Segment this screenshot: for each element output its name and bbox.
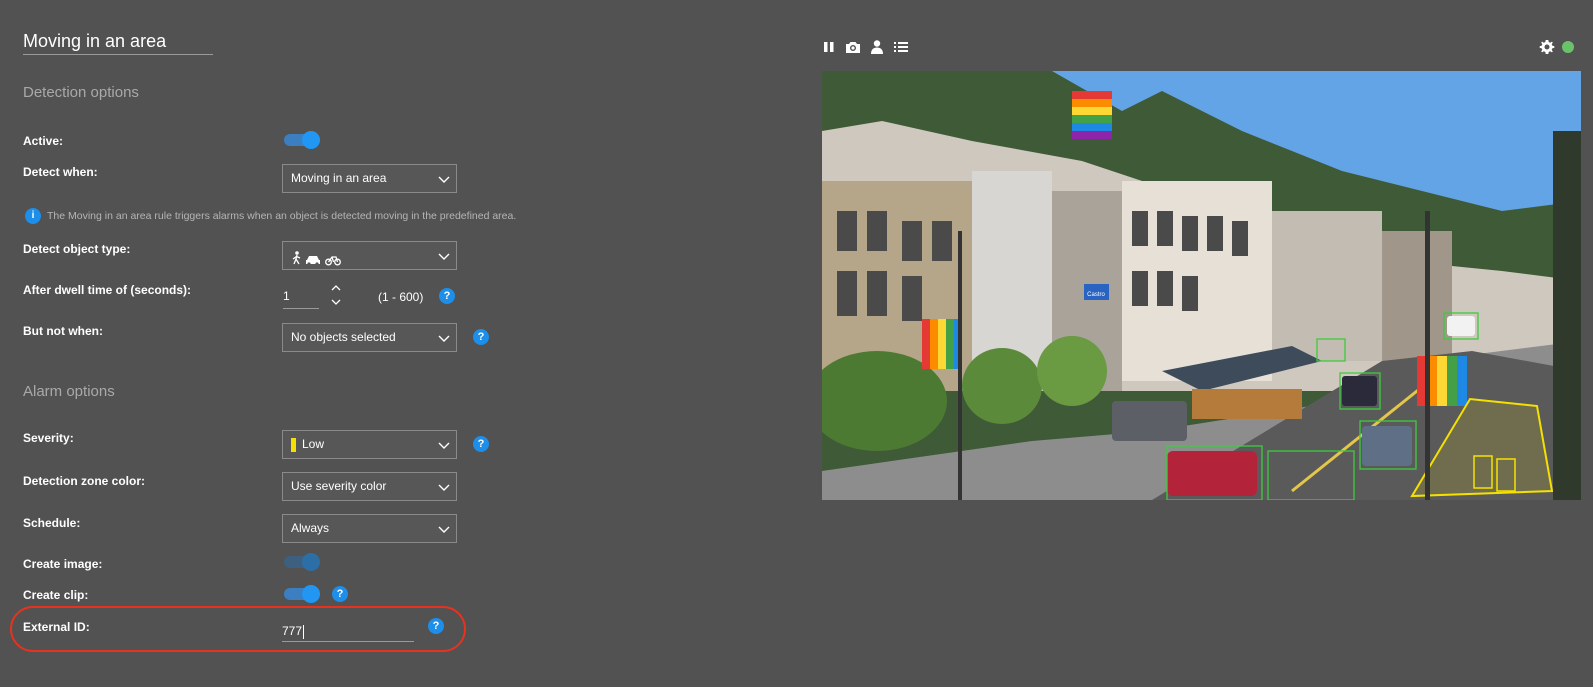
active-toggle[interactable] — [284, 131, 322, 149]
chevron-down-icon — [438, 439, 450, 451]
info-icon: i — [25, 208, 41, 224]
object-type-label: Detect object type: — [23, 242, 131, 256]
detect-when-select[interactable]: Moving in an area — [282, 164, 457, 193]
street-sign-text: Castro — [1087, 292, 1105, 298]
camera-icon[interactable] — [845, 39, 861, 55]
status-indicator — [1562, 41, 1574, 53]
person-icon[interactable] — [869, 39, 885, 55]
severity-label: Severity: — [23, 431, 74, 445]
gear-icon[interactable] — [1539, 39, 1555, 55]
severity-help-icon[interactable]: ? — [473, 436, 489, 452]
schedule-select[interactable]: Always — [282, 514, 457, 543]
severity-select[interactable]: Low — [282, 430, 457, 459]
chevron-down-icon — [438, 173, 450, 185]
but-not-help-icon[interactable]: ? — [473, 329, 489, 345]
but-not-when-value: No objects selected — [291, 330, 396, 344]
list-icon[interactable] — [893, 39, 909, 55]
zone-color-select[interactable]: Use severity color — [282, 472, 457, 501]
external-id-input[interactable]: 777 — [282, 618, 414, 642]
detect-when-value: Moving in an area — [291, 171, 387, 185]
object-type-select[interactable] — [282, 241, 457, 270]
active-label: Active: — [23, 134, 64, 148]
create-clip-toggle[interactable] — [284, 585, 322, 603]
rule-info: i The Moving in an area rule triggers ala… — [25, 208, 516, 224]
create-image-label: Create image: — [23, 557, 103, 571]
chevron-down-icon — [438, 481, 450, 493]
create-clip-label: Create clip: — [23, 588, 89, 602]
schedule-value: Always — [291, 521, 330, 535]
chevron-down-icon — [438, 250, 450, 262]
detect-when-label: Detect when: — [23, 165, 98, 179]
car-icon — [305, 249, 321, 276]
zone-color-value: Use severity color — [291, 479, 387, 493]
but-not-when-label: But not when: — [23, 324, 103, 338]
but-not-when-select[interactable]: No objects selected — [282, 323, 457, 352]
severity-value: Low — [302, 437, 325, 451]
detection-options-heading: Detection options — [23, 84, 139, 101]
dwell-help-icon[interactable]: ? — [439, 288, 455, 304]
dwell-time-stepper[interactable] — [330, 283, 342, 307]
external-id-label: External ID: — [23, 620, 90, 634]
external-id-help-icon[interactable]: ? — [428, 618, 444, 634]
person-icon — [291, 248, 303, 275]
chevron-down-icon — [438, 332, 450, 344]
chevron-down-icon — [438, 523, 450, 535]
dwell-time-label: After dwell time of (seconds): — [23, 283, 192, 297]
rule-name-input[interactable]: Moving in an area — [23, 28, 213, 55]
camera-video-feed[interactable]: Castro — [822, 71, 1581, 500]
alarm-options-heading: Alarm options — [23, 383, 115, 400]
dwell-time-input[interactable]: 1 — [283, 283, 319, 309]
external-id-value: 777 — [282, 624, 303, 638]
rule-info-text: The Moving in an area rule triggers alar… — [47, 209, 517, 222]
pause-icon[interactable] — [821, 39, 837, 55]
dwell-range: (1 - 600) — [378, 290, 424, 304]
zone-color-label: Detection zone color: — [23, 474, 146, 488]
schedule-label: Schedule: — [23, 516, 81, 530]
severity-color-swatch — [291, 437, 296, 452]
create-image-toggle[interactable] — [284, 553, 322, 571]
create-clip-help-icon[interactable]: ? — [332, 586, 348, 602]
bike-icon — [325, 249, 341, 276]
